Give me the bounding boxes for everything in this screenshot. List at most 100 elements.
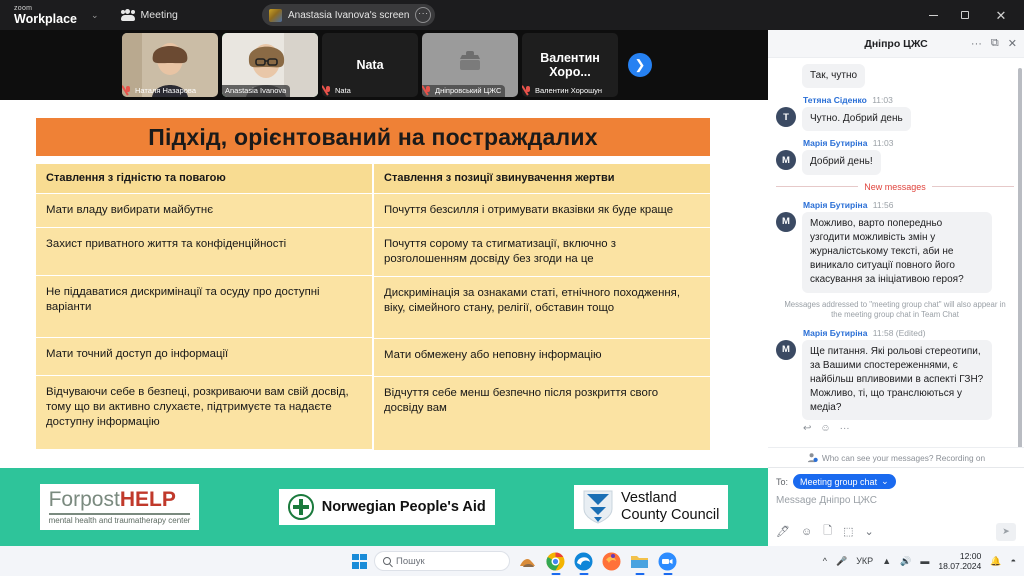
chat-title: Дніпро ЦЖС — [864, 37, 928, 50]
message-time: 11:56 — [872, 199, 894, 210]
message-text: Ще питання. Які рольові стереотипи, за В… — [802, 339, 992, 421]
minimize-button[interactable] — [918, 0, 948, 30]
taskbar-app-explorer[interactable] — [629, 551, 650, 572]
taskbar-app-weather[interactable] — [517, 551, 538, 572]
new-messages-label: New messages — [864, 181, 926, 192]
slide-table: Ставлення з гідністю та повагою Мати вла… — [36, 164, 710, 451]
file-icon[interactable]: 🗋 — [823, 522, 832, 541]
help-word: HELP — [119, 488, 176, 511]
zoom-icon — [658, 552, 677, 570]
table-cell: Мати владу вибирати майбутнє — [36, 193, 372, 228]
meeting-tab[interactable]: Meeting — [120, 9, 178, 21]
notification-icon[interactable]: 🔔 — [990, 556, 1001, 567]
app-tray-icon[interactable]: ◓ — [1011, 556, 1016, 566]
norwegian-peoples-aid-logo: Norwegian People's Aid — [278, 489, 495, 525]
column-header-right: Ставлення з позиції звинувачення жертви — [374, 164, 710, 194]
close-chat-icon[interactable]: ✕ — [1008, 37, 1017, 50]
avatar: М — [776, 339, 796, 360]
volume-icon[interactable]: 🔊 — [900, 556, 911, 567]
participant-name-bar: Nata — [322, 85, 355, 97]
chevron-down-icon: ⌄ — [881, 476, 889, 486]
chat-message: Марія Бутиріна 11:03 М Добрий день! — [776, 138, 1014, 175]
taskbar-app-chrome[interactable] — [545, 551, 566, 572]
share-more-icon[interactable]: ··· — [415, 7, 432, 23]
taskbar-app-firefox[interactable] — [601, 551, 622, 572]
chevron-right-icon: ❯ — [634, 57, 646, 72]
avatar: М — [776, 211, 796, 232]
tray-expand-icon[interactable]: ^ — [823, 556, 827, 566]
send-icon: ➤ — [1002, 526, 1010, 536]
start-button[interactable] — [352, 553, 367, 569]
chat-message: Тетяна Сіденко 11:03 Т Чутно. Добрий ден… — [776, 95, 1014, 132]
emoji-icon[interactable]: ☺ — [801, 526, 812, 538]
share-label: Anastasia Ivanova's screen — [288, 9, 410, 21]
participant-name: Nata — [335, 86, 351, 95]
chevron-down-icon[interactable]: ⌄ — [91, 10, 99, 21]
emoji-reaction-icon[interactable]: ☺ — [820, 423, 830, 434]
zoom-meeting-window: zoom Workplace ⌄ Meeting Anastasia Ivano… — [0, 0, 1024, 576]
shared-screen-stage: Підхід, орієнтований на постраждалих Ста… — [0, 100, 768, 546]
participant-tile[interactable]: Наталя Назарова — [122, 33, 218, 97]
participant-name-bar: Наталя Назарова — [122, 85, 200, 97]
clock-date: 18.07.2024 — [938, 561, 982, 571]
message-author: Тетяна Сіденко — [803, 95, 867, 106]
participant-name: Валентин Хорошун — [535, 86, 603, 95]
taskbar-app-zoom[interactable] — [657, 551, 678, 572]
message-more-icon[interactable]: ··· — [840, 423, 850, 434]
mic-off-icon — [325, 86, 332, 95]
close-button[interactable]: ✕ — [986, 0, 1016, 30]
maximize-button[interactable] — [950, 0, 980, 30]
message-author: Марія Бутиріна — [803, 138, 868, 149]
table-cell: Почуття сорому та стигматизації, включно… — [374, 227, 710, 277]
participant-name-bar: Валентин Хорошун — [522, 85, 606, 97]
participant-tile-active[interactable]: Anastasia Ivanova — [222, 33, 318, 97]
participant-tile[interactable]: Дніпровський ЦЖС — [422, 33, 518, 97]
chat-message-list[interactable]: Так, чутно Тетяна Сіденко 11:03 Т Чутно.… — [768, 58, 1024, 447]
group-chat-notice: Messages addressed to "meeting group cha… — [784, 299, 1006, 320]
microphone-icon[interactable]: 🎤 — [836, 556, 847, 567]
popout-icon[interactable]: ⧉ — [991, 37, 999, 50]
avatar: М — [776, 150, 796, 171]
brand-main: Workplace — [14, 11, 77, 26]
firefox-icon — [602, 552, 621, 570]
next-page-button[interactable]: ❯ — [628, 53, 652, 77]
table-column-left: Ставлення з гідністю та повагою Мати вла… — [36, 164, 372, 451]
format-icon[interactable]: 🖊 — [776, 525, 790, 538]
message-input[interactable]: Message Дніпро ЦЖС — [776, 493, 1016, 522]
screen-share-indicator[interactable]: Anastasia Ivanova's screen ··· — [262, 4, 436, 26]
mic-off-icon — [425, 86, 432, 95]
shield-icon — [583, 490, 613, 524]
chevron-down-icon[interactable]: ⌄ — [864, 525, 873, 538]
recipient-selector[interactable]: Meeting group chat ⌄ — [793, 474, 896, 489]
chat-scrollbar[interactable] — [1018, 68, 1022, 447]
chat-message: Так, чутно — [776, 64, 1014, 89]
message-text: Добрий день! — [802, 150, 881, 175]
message-author: Марія Бутиріна — [803, 327, 868, 338]
table-cell: Відчуття себе менш безпечно після розкри… — [374, 376, 710, 451]
slide-footer-logos: ForpostHELP mental health and traumather… — [0, 468, 768, 546]
chat-panel: Дніпро ЦЖС ··· ⧉ ✕ Так, чутно Тетяна Сід… — [768, 30, 1024, 546]
battery-icon[interactable]: ▬ — [920, 556, 929, 566]
taskbar-app-edge[interactable] — [573, 551, 594, 572]
recipient-value: Meeting group chat — [800, 476, 878, 487]
table-column-right: Ставлення з позиції звинувачення жертви … — [374, 164, 710, 451]
language-indicator[interactable]: УКР — [856, 556, 873, 566]
reply-icon[interactable]: ↩ — [803, 423, 811, 434]
participant-name: Anastasia Ivanova — [225, 86, 287, 95]
recipient-row: To: Meeting group chat ⌄ — [776, 474, 1016, 489]
send-button[interactable]: ➤ — [996, 522, 1016, 541]
privacy-notice[interactable]: Who can see your messages? Recording on — [768, 447, 1024, 467]
chat-message: Марія Бутиріна 11:56 М Можливо, варто по… — [776, 200, 1014, 293]
forpost-help-logo: ForpostHELP mental health and traumather… — [39, 484, 200, 530]
participant-tile[interactable]: Nata Nata — [322, 33, 418, 97]
wifi-icon[interactable]: ▲ — [882, 556, 891, 566]
message-time: 11:03 — [872, 138, 894, 149]
participant-name-bar: Дніпровський ЦЖС — [422, 85, 506, 97]
clock[interactable]: 12:00 18.07.2024 — [938, 551, 981, 572]
more-options-icon[interactable]: ··· — [971, 38, 982, 50]
compose-toolbar: 🖊 ☺ 🗋 ⬚ ⌄ ➤ — [776, 522, 1016, 541]
participant-name: Наталя Назарова — [135, 86, 196, 95]
participant-tile[interactable]: Валентин Хоро... Валентин Хорошун — [522, 33, 618, 97]
screenshot-icon[interactable]: ⬚ — [843, 525, 853, 538]
search-input[interactable]: Пошук — [374, 551, 510, 571]
